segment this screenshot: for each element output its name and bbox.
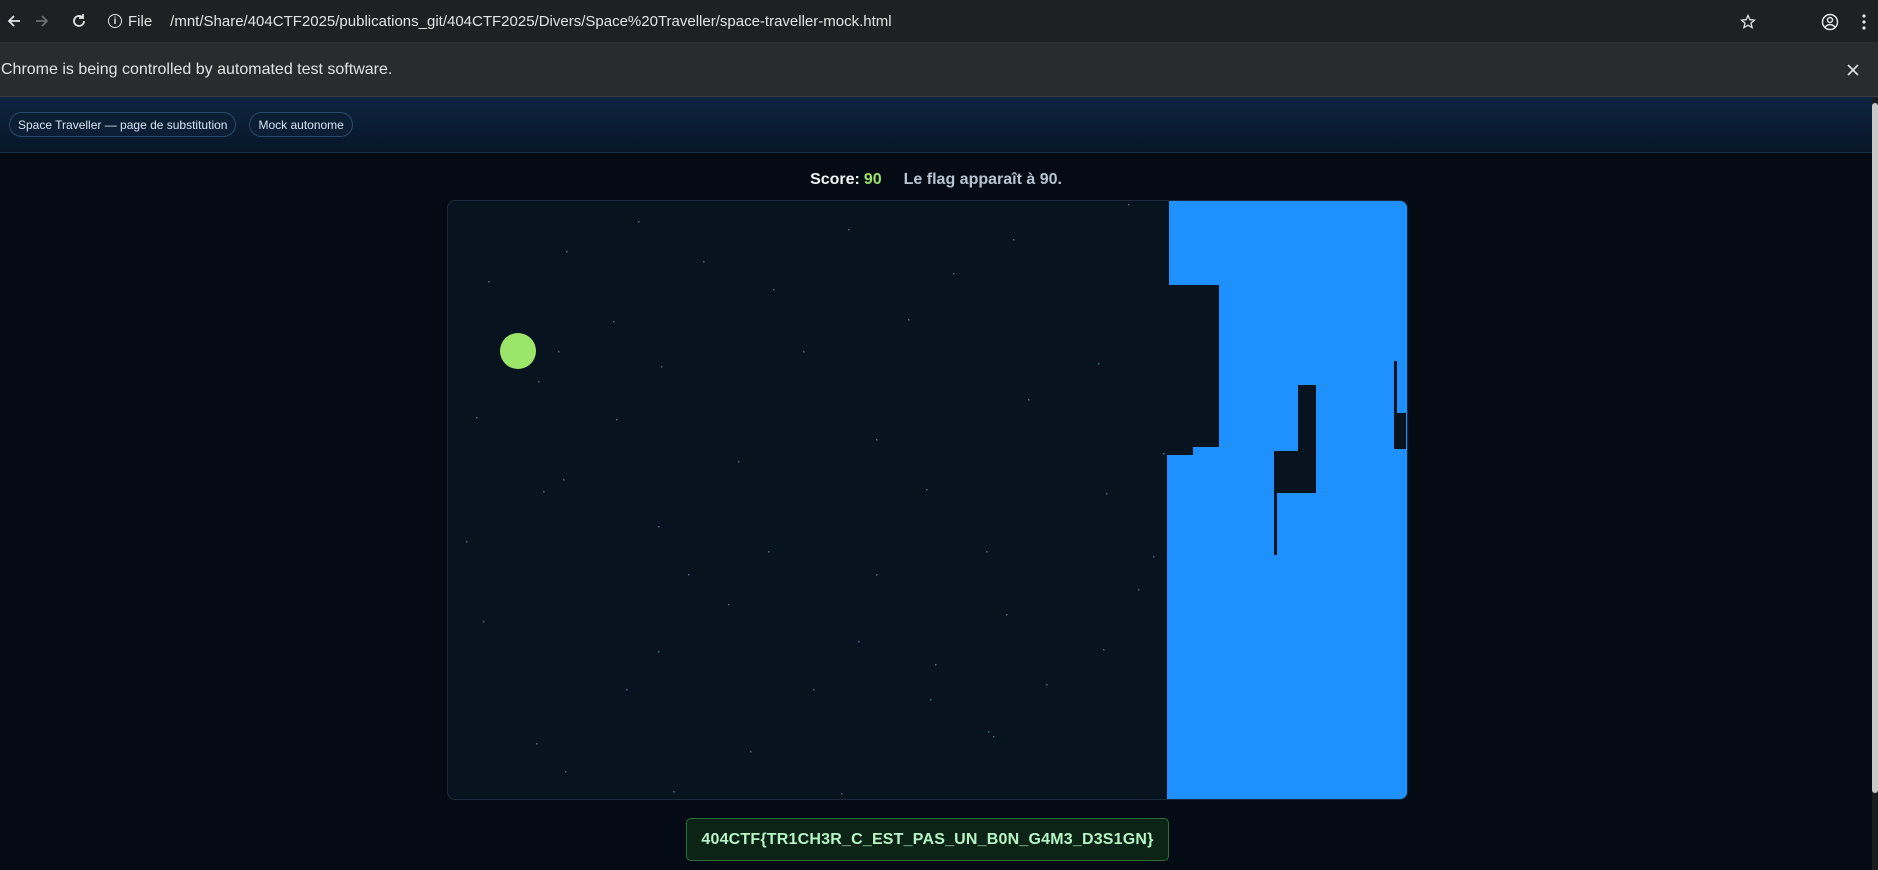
obstacle-wall — [1167, 201, 1407, 799]
star — [1153, 556, 1155, 558]
wall-notch-dark-lower — [1167, 441, 1193, 455]
wall-notch-dark — [1167, 285, 1219, 447]
star — [988, 731, 990, 733]
infobar-text: Chrome is being controlled by automated … — [1, 60, 393, 78]
starfield — [466, 204, 1173, 795]
star — [658, 651, 660, 653]
star — [558, 351, 560, 353]
player-ship — [500, 333, 536, 369]
star — [803, 351, 805, 353]
menu-kebab-icon[interactable] — [1850, 2, 1878, 42]
scrollbar-thumb[interactable] — [1872, 103, 1878, 793]
star — [673, 791, 675, 793]
star — [813, 689, 815, 691]
info-icon: i — [108, 14, 122, 28]
star — [565, 771, 567, 773]
star — [536, 743, 538, 745]
star — [935, 664, 937, 666]
star — [1163, 453, 1165, 455]
flag-display: 404CTF{TR1CH3R_C_EST_PAS_UN_B0N_G4M3_D3S… — [686, 818, 1169, 861]
star — [543, 491, 545, 493]
star — [466, 541, 468, 543]
star — [661, 366, 663, 368]
star — [538, 381, 540, 383]
reload-icon[interactable] — [65, 7, 93, 35]
star — [616, 419, 618, 421]
star — [953, 273, 955, 275]
star — [1106, 493, 1108, 495]
score-label: Score: — [810, 171, 860, 188]
wall-notch-pillar-base — [1274, 451, 1316, 493]
star — [1128, 204, 1130, 206]
star — [773, 289, 775, 291]
game-scene — [466, 201, 1407, 799]
wall-gap — [1167, 201, 1169, 285]
site-info-button[interactable]: i File — [108, 13, 152, 30]
star — [848, 229, 850, 231]
star — [1046, 684, 1048, 686]
star — [688, 574, 690, 576]
flag-hint: Le flag apparaît à 90. — [903, 171, 1062, 188]
star — [703, 261, 705, 263]
profile-icon[interactable] — [1810, 2, 1850, 42]
address-bar[interactable]: i File /mnt/Share/404CTF2025/publication… — [108, 6, 892, 36]
star — [993, 736, 995, 738]
score-value: 90 — [863, 171, 882, 188]
star — [483, 621, 485, 623]
automation-infobar: Chrome is being controlled by automated … — [0, 43, 1878, 97]
bookmark-star-icon[interactable] — [1728, 2, 1768, 42]
wall-notch-right-block — [1394, 413, 1406, 449]
star — [1013, 239, 1015, 241]
star — [1098, 363, 1100, 365]
star — [638, 221, 640, 223]
star — [488, 281, 490, 283]
star — [658, 526, 660, 528]
star — [613, 321, 615, 323]
star — [1006, 614, 1008, 616]
star — [750, 751, 752, 753]
star — [476, 417, 478, 419]
star — [876, 574, 878, 576]
mode-pill: Mock autonome — [249, 112, 353, 137]
star — [768, 551, 770, 553]
star — [563, 479, 565, 481]
forward-arrow-icon[interactable] — [28, 7, 56, 35]
star — [876, 439, 878, 441]
browser-toolbar: i File /mnt/Share/404CTF2025/publication… — [0, 0, 1878, 43]
star — [926, 489, 928, 491]
url-text[interactable]: /mnt/Share/404CTF2025/publications_git/4… — [170, 13, 891, 30]
star — [841, 793, 843, 795]
wall-speck — [1293, 489, 1295, 491]
score-line: Score: 90 Le flag apparaît à 90. — [0, 171, 1872, 189]
site-info-label: File — [128, 12, 153, 30]
game-canvas[interactable] — [447, 200, 1408, 800]
star — [1028, 399, 1030, 401]
star — [930, 699, 932, 701]
star — [1103, 649, 1105, 651]
title-pill: Space Traveller — page de substitution — [9, 112, 237, 137]
star — [738, 461, 740, 463]
star — [566, 251, 568, 253]
back-arrow-icon[interactable] — [0, 7, 28, 35]
wall-notch-line — [1274, 451, 1277, 555]
star — [858, 641, 860, 643]
close-icon[interactable] — [1840, 57, 1866, 83]
page-header: Space Traveller — page de substitution M… — [0, 97, 1872, 153]
star — [728, 604, 730, 606]
star — [908, 319, 910, 321]
page-content: Space Traveller — page de substitution M… — [0, 97, 1872, 870]
star — [1138, 589, 1140, 591]
star — [986, 551, 988, 553]
star — [626, 689, 628, 691]
